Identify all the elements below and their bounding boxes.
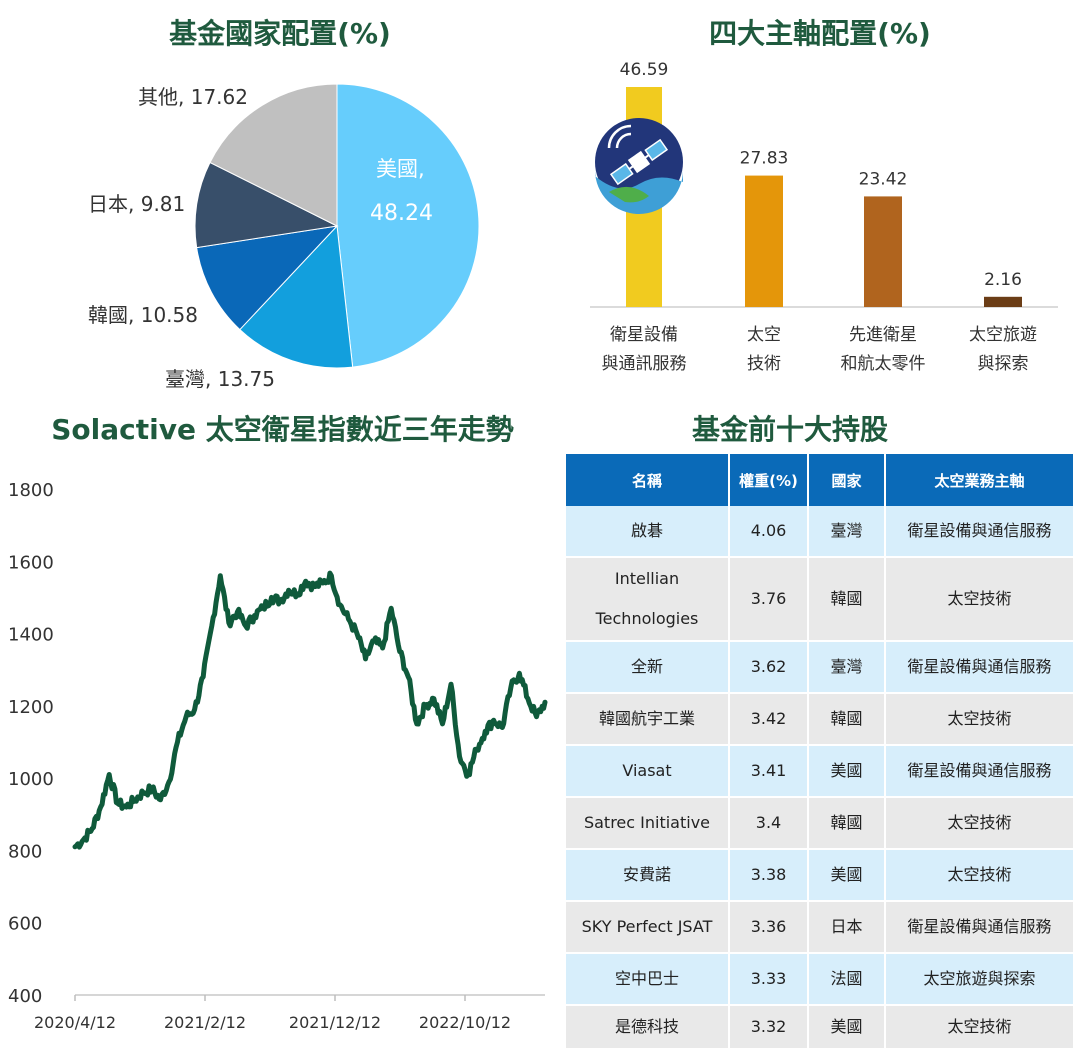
index-trend-title: Solactive 太空衛星指數近三年走勢 <box>51 413 514 446</box>
holdings-title: 基金前十大持股 <box>691 413 888 446</box>
holdings-row: Viasat 3.41 美國 衛星設備與通信服務 <box>566 746 1073 798</box>
holding-axis: 衛星設備與通信服務 <box>886 746 1073 798</box>
holdings-row: Intellian Technologies 3.76 韓國 太空技術 <box>566 558 1073 642</box>
holdings-row: 空中巴士 3.33 法國 太空旅遊與探索 <box>566 954 1073 1006</box>
holding-name: 全新 <box>566 642 730 694</box>
holdings-table-container: 名稱 權重(%) 國家 太空業務主軸 啟碁 4.06 臺灣 衛星設備與通信服務 Inte… <box>566 454 1073 1050</box>
holding-name: 啟碁 <box>566 506 730 558</box>
x-tick-label-3: 2022/10/12 <box>419 1013 511 1032</box>
holding-axis: 太空技術 <box>886 798 1073 850</box>
holding-country: 臺灣 <box>809 642 886 694</box>
holding-weight: 3.33 <box>730 954 809 1006</box>
pie-label-tw: 臺灣, 13.75 <box>165 367 275 391</box>
holding-axis: 太空技術 <box>886 850 1073 902</box>
holding-name: 安費諾 <box>566 850 730 902</box>
y-tick-label-3: 1200 <box>8 697 54 718</box>
holding-weight: 4.06 <box>730 506 809 558</box>
y-tick-label-2: 1400 <box>8 625 54 646</box>
header-name: 名稱 <box>566 454 730 506</box>
header-axis: 太空業務主軸 <box>886 454 1073 506</box>
y-tick-label-0: 1800 <box>8 480 54 501</box>
y-tick-label-6: 600 <box>8 914 42 935</box>
holding-weight: 3.36 <box>730 902 809 954</box>
bar-1 <box>745 175 783 307</box>
axis-bar-chart: 46.59 衛星設備與通訊服務 27.83 太空技術 23.42 先進衛星和航太零件 2.1… <box>590 60 1058 374</box>
holding-axis: 衛星設備與通信服務 <box>886 506 1073 558</box>
bar-value-label-0: 46.59 <box>620 60 669 80</box>
axis-allocation-title: 四大主軸配置(%) <box>709 17 931 50</box>
holdings-table: 名稱 權重(%) 國家 太空業務主軸 啟碁 4.06 臺灣 衛星設備與通信服務 Inte… <box>566 454 1073 1050</box>
pie-label-us-name: 美國, <box>376 157 425 181</box>
pie-label-kr: 韓國, 10.58 <box>88 303 198 327</box>
bar-value-label-2: 23.42 <box>859 169 908 189</box>
y-tick-label-5: 800 <box>8 841 42 862</box>
holding-weight: 3.62 <box>730 642 809 694</box>
index-line-chart: 1800 1600 1400 1200 1000 800 600 400 2020/4/12 20… <box>8 480 548 1032</box>
holding-axis: 太空旅遊與探索 <box>886 954 1073 1006</box>
holding-weight: 3.38 <box>730 850 809 902</box>
holding-axis: 衛星設備與通信服務 <box>886 902 1073 954</box>
holding-name: SKY Perfect JSAT <box>566 902 730 954</box>
holding-name: 空中巴士 <box>566 954 730 1006</box>
pie-label-us-value: 48.24 <box>370 201 433 226</box>
holdings-row: 韓國航宇工業 3.42 韓國 太空技術 <box>566 694 1073 746</box>
holding-country: 臺灣 <box>809 506 886 558</box>
holding-axis: 太空技術 <box>886 694 1073 746</box>
y-tick-label-1: 1600 <box>8 552 54 573</box>
holding-country: 韓國 <box>809 558 886 642</box>
index-series-line <box>72 570 548 850</box>
y-tick-label-4: 1000 <box>8 769 54 790</box>
holding-country: 日本 <box>809 902 886 954</box>
holding-weight: 3.32 <box>730 1006 809 1050</box>
holdings-row: 全新 3.62 臺灣 衛星設備與通信服務 <box>566 642 1073 694</box>
holdings-row: 安費諾 3.38 美國 太空技術 <box>566 850 1073 902</box>
holding-axis: 太空技術 <box>886 1006 1073 1050</box>
holding-name: Satrec Initiative <box>566 798 730 850</box>
holding-country: 美國 <box>809 850 886 902</box>
holding-name: Viasat <box>566 746 730 798</box>
pie-label-jp: 日本, 9.81 <box>88 192 185 216</box>
holdings-header-row: 名稱 權重(%) 國家 太空業務主軸 <box>566 454 1073 506</box>
bar-category-label-3-0: 太空旅遊 <box>969 325 1037 345</box>
bar-2 <box>864 196 902 307</box>
header-country: 國家 <box>809 454 886 506</box>
holding-country: 韓國 <box>809 694 886 746</box>
bar-category-label-2-0: 先進衛星 <box>849 325 917 345</box>
holding-axis: 衛星設備與通信服務 <box>886 642 1073 694</box>
x-tick-label-2: 2021/12/12 <box>289 1013 381 1032</box>
holding-name: 韓國航宇工業 <box>566 694 730 746</box>
header-weight: 權重(%) <box>730 454 809 506</box>
holding-axis: 太空技術 <box>886 558 1073 642</box>
holding-country: 韓國 <box>809 798 886 850</box>
country-pie-chart: 美國, 48.24 臺灣, 13.75 韓國, 10.58 日本, 9.81 其… <box>88 83 480 391</box>
holding-weight: 3.4 <box>730 798 809 850</box>
x-tick-label-1: 2021/2/12 <box>164 1013 246 1032</box>
holding-weight: 3.76 <box>730 558 809 642</box>
bar-category-label-0-0: 衛星設備 <box>610 325 678 345</box>
bar-category-label-2-1: 和航太零件 <box>841 354 926 374</box>
holdings-row: 是德科技 3.32 美國 太空技術 <box>566 1006 1073 1050</box>
bar-category-label-1-1: 技術 <box>747 354 781 374</box>
holdings-row: 啟碁 4.06 臺灣 衛星設備與通信服務 <box>566 506 1073 558</box>
y-tick-label-7: 400 <box>8 986 42 1007</box>
holding-weight: 3.41 <box>730 746 809 798</box>
holdings-row: SKY Perfect JSAT 3.36 日本 衛星設備與通信服務 <box>566 902 1073 954</box>
bar-value-label-1: 27.83 <box>740 149 789 169</box>
holding-weight: 3.42 <box>730 694 809 746</box>
bar-3 <box>984 296 1022 307</box>
holding-country: 美國 <box>809 746 886 798</box>
holdings-row: Satrec Initiative 3.4 韓國 太空技術 <box>566 798 1073 850</box>
bar-category-label-0-1: 與通訊服務 <box>602 354 687 374</box>
holding-name: Intellian Technologies <box>566 558 730 642</box>
holding-country: 法國 <box>809 954 886 1006</box>
satellite-icon <box>595 118 683 214</box>
holding-country: 美國 <box>809 1006 886 1050</box>
bar-category-label-1-0: 太空 <box>747 325 781 345</box>
country-allocation-title: 基金國家配置(%) <box>169 17 391 50</box>
x-tick-label-0: 2020/4/12 <box>34 1013 116 1032</box>
bar-category-label-3-1: 與探索 <box>978 354 1029 374</box>
pie-label-other: 其他, 17.62 <box>138 85 248 109</box>
bar-value-label-3: 2.16 <box>984 270 1022 290</box>
holding-name: 是德科技 <box>566 1006 730 1050</box>
